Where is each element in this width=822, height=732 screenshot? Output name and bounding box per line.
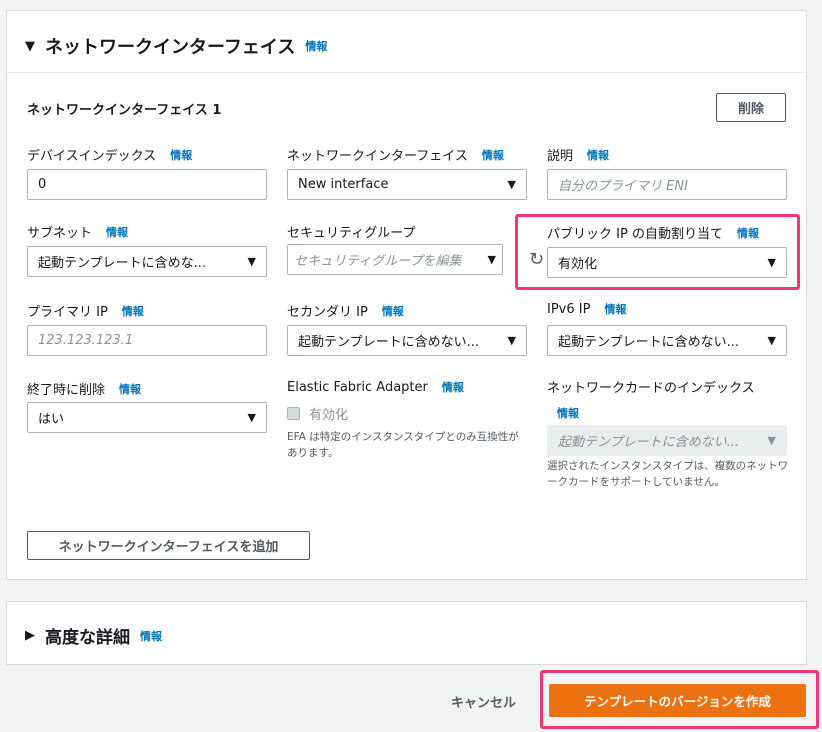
device-index-label-text: デバイスインデックス (27, 149, 157, 164)
delete-on-termination-select[interactable]: はい ▼ (27, 402, 267, 433)
public-ip-highlight (515, 214, 800, 290)
secondary-ip-select[interactable]: 起動テンプレートに含めない... ▼ (287, 325, 527, 356)
secondary-ip-label-text: セカンダリ IP (287, 305, 368, 320)
network-interfaces-panel: ▼ ネットワークインターフェイス 情報 ネットワークインターフェイス 1 削除 … (6, 10, 807, 580)
delete-on-termination-value: はい (38, 412, 65, 427)
primary-ip-placeholder: 123.123.123.1 (38, 333, 134, 348)
dropdown-caret-icon: ▼ (767, 434, 776, 447)
efa-description: EFA は特定のインスタンスタイプとのみ互換性があります。 (287, 431, 519, 459)
add-network-interface-button[interactable]: ネットワークインターフェイスを追加 (27, 531, 310, 560)
network-interface-value: New interface (298, 177, 389, 192)
description-input[interactable]: 自分のプライマリ ENI (547, 169, 787, 200)
dropdown-caret-icon: ▼ (487, 253, 496, 266)
secondary-ip-info-link[interactable]: 情報 (382, 303, 404, 319)
network-card-index-value: 起動テンプレートに含めない... (558, 435, 740, 450)
ipv6-ip-value: 起動テンプレートに含めない... (558, 335, 740, 350)
delete-on-termination-label: 終了時に削除 情報 (27, 379, 141, 399)
section-title: ネットワークインターフェイス (45, 37, 296, 58)
caret-right-icon: ▶ (25, 628, 35, 643)
security-group-placeholder: セキュリティグループを編集 (294, 254, 462, 269)
subnet-label: サブネット 情報 (27, 222, 128, 242)
advanced-details-header[interactable]: ▶ 高度な詳細 情報 (25, 623, 162, 648)
checkbox-square (287, 407, 300, 420)
primary-ip-label-text: プライマリ IP (27, 305, 108, 320)
caret-down-icon: ▼ (25, 38, 35, 54)
subnet-info-link[interactable]: 情報 (106, 224, 128, 240)
efa-label-text: Elastic Fabric Adapter (287, 379, 428, 395)
ipv6-ip-label-text: IPv6 IP (547, 301, 591, 317)
section-divider (7, 72, 806, 73)
delete-on-termination-label-text: 終了時に削除 (27, 383, 106, 398)
description-label-text: 説明 (547, 149, 574, 164)
network-card-index-description: 選択されたインスタンスタイプは、複数のネットワークカードをサポートしていません。 (547, 460, 789, 488)
network-card-index-label: ネットワークカードのインデックス (547, 377, 755, 396)
dropdown-caret-icon: ▼ (767, 334, 776, 347)
dropdown-caret-icon: ▼ (247, 411, 256, 424)
network-interfaces-header[interactable]: ▼ ネットワークインターフェイス 情報 (25, 33, 327, 59)
dropdown-caret-icon: ▼ (507, 334, 516, 347)
efa-checkbox[interactable]: 有効化 (287, 404, 348, 423)
primary-ip-label: プライマリ IP 情報 (27, 301, 144, 321)
delete-on-termination-info-link[interactable]: 情報 (119, 381, 141, 397)
network-interface-label: ネットワークインターフェイス 情報 (287, 145, 504, 165)
efa-label: Elastic Fabric Adapter 情報 (287, 379, 464, 395)
create-button-highlight (540, 670, 819, 729)
network-card-index-label-text: ネットワークカードのインデックス (547, 381, 755, 396)
device-index-input[interactable]: 0 (27, 169, 267, 200)
network-card-index-info-link[interactable]: 情報 (557, 407, 579, 420)
device-index-label: デバイスインデックス 情報 (27, 145, 192, 165)
description-placeholder: 自分のプライマリ ENI (558, 179, 688, 194)
subnet-value: 起動テンプレートに含めな... (38, 256, 207, 271)
subnet-label-text: サブネット (27, 226, 93, 241)
network-card-index-info-wrap: 情報 (557, 402, 579, 421)
network-interface-select[interactable]: New interface ▼ (287, 169, 527, 200)
security-group-select[interactable]: セキュリティグループを編集 ▼ (287, 244, 503, 275)
device-index-info-link[interactable]: 情報 (170, 147, 192, 163)
network-card-index-select[interactable]: 起動テンプレートに含めない... ▼ (547, 425, 787, 456)
advanced-details-info-link[interactable]: 情報 (140, 628, 162, 644)
efa-info-link[interactable]: 情報 (442, 379, 464, 395)
description-label: 説明 情報 (547, 145, 609, 165)
subnet-select[interactable]: 起動テンプレートに含めな... ▼ (27, 246, 267, 277)
remove-button[interactable]: 削除 (716, 93, 786, 122)
interface-title: ネットワークインターフェイス 1 (27, 103, 222, 118)
network-interface-label-text: ネットワークインターフェイス (287, 149, 468, 164)
primary-ip-info-link[interactable]: 情報 (122, 303, 144, 319)
ipv6-ip-label: IPv6 IP 情報 (547, 301, 626, 317)
dropdown-caret-icon: ▼ (507, 178, 516, 191)
secondary-ip-label: セカンダリ IP 情報 (287, 301, 404, 321)
efa-checkbox-label: 有効化 (309, 408, 349, 423)
description-info-link[interactable]: 情報 (587, 147, 609, 163)
advanced-details-title: 高度な詳細 (45, 628, 130, 648)
ipv6-ip-info-link[interactable]: 情報 (604, 301, 626, 317)
network-interface-info-link[interactable]: 情報 (482, 147, 504, 163)
security-group-label: セキュリティグループ (287, 222, 415, 241)
device-index-value: 0 (38, 177, 47, 192)
advanced-details-panel: ▶ 高度な詳細 情報 (6, 601, 807, 665)
security-group-label-text: セキュリティグループ (287, 226, 416, 241)
section-info-link[interactable]: 情報 (305, 38, 327, 54)
dropdown-caret-icon: ▼ (247, 255, 256, 268)
ipv6-ip-select[interactable]: 起動テンプレートに含めない... ▼ (547, 325, 787, 356)
secondary-ip-value: 起動テンプレートに含めない... (298, 335, 480, 350)
cancel-button[interactable]: キャンセル (451, 692, 516, 711)
primary-ip-input[interactable]: 123.123.123.1 (27, 325, 267, 356)
